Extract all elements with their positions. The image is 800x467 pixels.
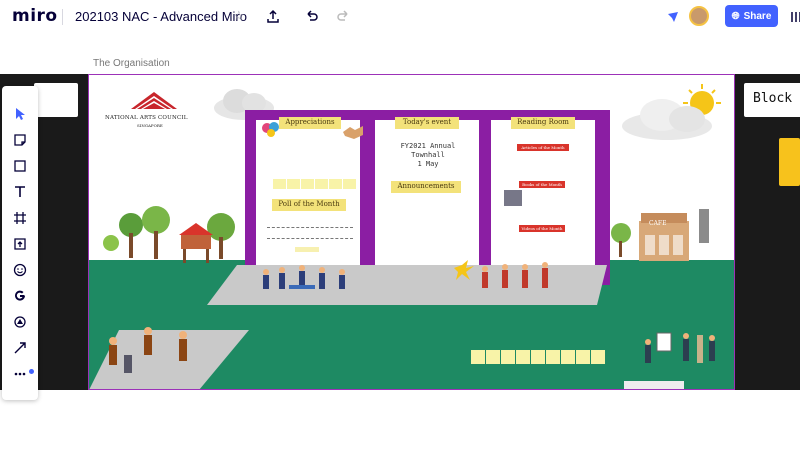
share-label: Share: [743, 10, 772, 22]
integration-icon[interactable]: [8, 310, 32, 334]
star-icon[interactable]: ☆: [233, 8, 245, 24]
nac-logo-icon: [131, 92, 177, 109]
balloons-icon: [262, 122, 279, 137]
reading-room-header: Reading Room: [511, 117, 575, 129]
export-icon[interactable]: [262, 6, 284, 28]
event-line-2: Townhall: [411, 151, 445, 159]
board-title[interactable]: 202103 NAC - Advanced Miro: [75, 9, 247, 24]
shape-tool-icon[interactable]: [8, 154, 32, 178]
frame-label[interactable]: The Organisation: [93, 58, 170, 69]
artists-icon: [645, 332, 715, 363]
divider: [62, 9, 63, 25]
left-card[interactable]: [34, 83, 78, 117]
sticky-note-icon[interactable]: [8, 128, 32, 152]
reactions-icon[interactable]: [662, 6, 684, 28]
poll-chart: [267, 227, 353, 239]
dancers-icon: [109, 327, 187, 373]
book-thumbnail[interactable]: [504, 190, 522, 206]
frame-tool-icon[interactable]: [8, 206, 32, 230]
event-line-1: FY2021 Annual: [400, 142, 456, 150]
google-icon[interactable]: [8, 284, 32, 308]
yellow-sticker[interactable]: [779, 138, 800, 186]
select-tool-icon[interactable]: [8, 102, 32, 126]
books-tag[interactable]: Books of the Month: [519, 181, 565, 188]
cafe-icon: [611, 209, 709, 261]
undo-icon[interactable]: [300, 6, 322, 28]
sun-cloud-icon: [622, 84, 721, 140]
announcements-header: Announcements: [391, 181, 461, 193]
left-toolbar: [2, 86, 38, 400]
text-tool-icon[interactable]: [8, 180, 32, 204]
poll-header: Poll of the Month: [272, 199, 346, 211]
share-button[interactable]: 🌐︎ Share: [725, 5, 778, 27]
organisation-frame[interactable]: NATIONAL ARTS COUNCIL SINGAPORE Apprecia…: [88, 74, 735, 390]
more-tools-icon[interactable]: [8, 362, 32, 386]
event-line-3: 1 May: [417, 160, 439, 168]
block-card[interactable]: Block A: [744, 83, 800, 117]
right-dark-frame[interactable]: [735, 74, 800, 390]
org-country: SINGAPORE: [137, 123, 163, 128]
poll-button[interactable]: [295, 247, 319, 252]
settings-icon[interactable]: [785, 6, 800, 28]
sticky-row[interactable]: [273, 179, 356, 189]
top-bar: miro 202103 NAC - Advanced Miro ☆ 🌐︎ Sha…: [0, 0, 800, 34]
upload-icon[interactable]: [8, 232, 32, 256]
emoji-icon[interactable]: [8, 258, 32, 282]
globe-icon: 🌐︎: [731, 10, 740, 22]
appreciations-header: Appreciations: [279, 117, 341, 129]
avatar[interactable]: [689, 6, 709, 26]
handshake-icon: [343, 126, 363, 139]
playground-icon: [103, 206, 235, 263]
cafe-label: CAFE: [649, 220, 667, 227]
todays-event-header: Today's event: [395, 117, 459, 129]
org-name: NATIONAL ARTS COUNCIL: [105, 115, 188, 121]
people-group-right: [454, 260, 548, 288]
notification-dot: [29, 369, 34, 374]
people-group-left: [263, 265, 345, 289]
articles-tag[interactable]: Articles of the Month: [517, 144, 569, 151]
arrow-tool-icon[interactable]: [8, 336, 32, 360]
videos-tag[interactable]: Videos of the Month: [519, 225, 565, 232]
redo-icon[interactable]: [333, 6, 355, 28]
miro-logo[interactable]: miro: [12, 6, 58, 26]
sticky-row-bottom[interactable]: [471, 350, 605, 364]
